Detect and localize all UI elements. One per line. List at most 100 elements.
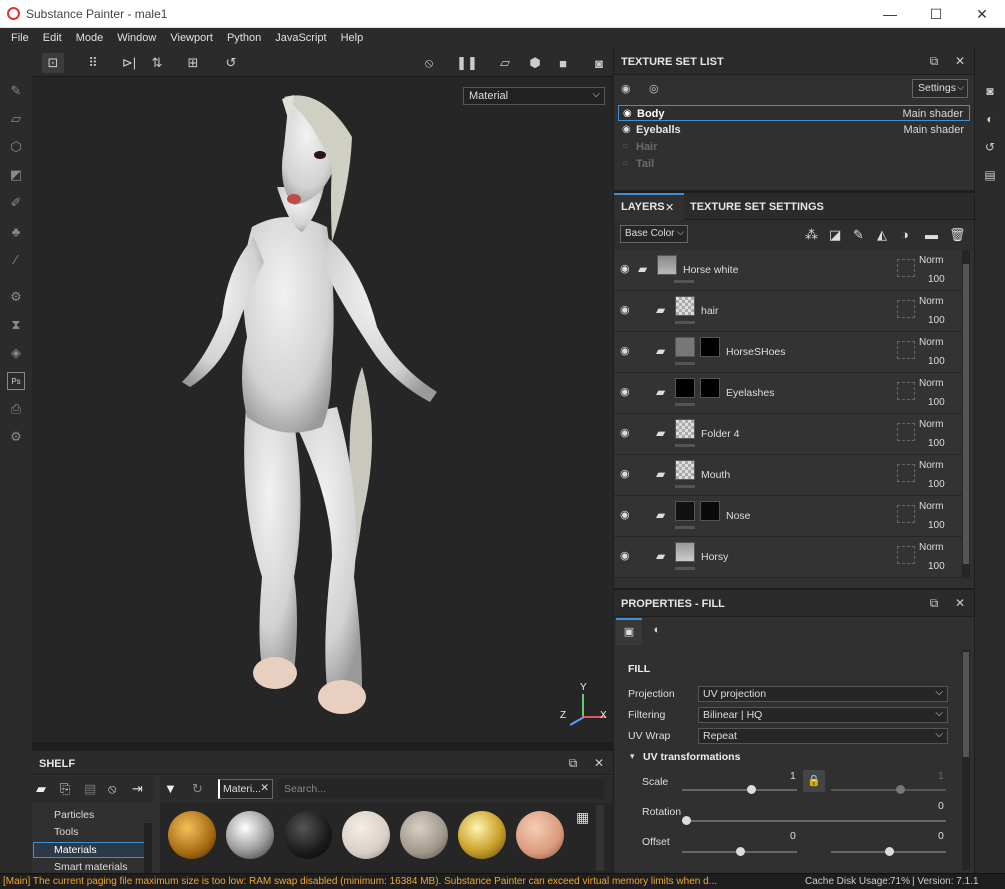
material-tab-icon[interactable]: ◐ xyxy=(644,618,670,645)
layer-opacity[interactable]: 100 xyxy=(928,520,945,531)
eye-icon[interactable]: ◉ xyxy=(620,549,630,562)
smudge-icon[interactable]: ✐ xyxy=(7,194,25,212)
offset-value-v[interactable]: 0 xyxy=(938,830,944,842)
undock-icon[interactable]: ⧉ xyxy=(566,756,580,770)
fill-properties-tab-icon[interactable]: ▣ xyxy=(616,618,642,645)
close-icon[interactable]: ✕ xyxy=(260,782,269,794)
menu-javascript[interactable]: JavaScript xyxy=(268,32,333,44)
add-icon[interactable]: ⊞ xyxy=(182,53,204,73)
close-icon[interactable]: ✕ xyxy=(953,54,967,68)
eraser-icon[interactable]: ▱ xyxy=(7,110,25,128)
view-2d-icon[interactable]: ▱ xyxy=(494,53,516,73)
texture-set-eyeballs[interactable]: ◉ Eyeballs Main shader xyxy=(618,122,970,138)
shelf-category[interactable]: Smart materials xyxy=(54,861,128,873)
layer-row[interactable]: ◉ ▰ Horsy Norm 100 xyxy=(614,537,962,578)
layer-opacity[interactable]: 100 xyxy=(928,356,945,367)
layer-opacity[interactable]: 100 xyxy=(928,397,945,408)
maximize-button[interactable]: ☐ xyxy=(913,0,959,28)
eye-icon[interactable]: ◉ xyxy=(620,262,630,275)
uvwrap-select[interactable]: Repeat ⌵ xyxy=(698,728,948,744)
material-thumbnail[interactable] xyxy=(284,811,332,859)
viewport-3d[interactable]: Material ⌵ Y Z X xyxy=(32,77,613,742)
mirror-y-icon[interactable]: ⇅ xyxy=(146,53,168,73)
properties-scrollbar[interactable] xyxy=(962,650,970,870)
undock-icon[interactable]: ⧉ xyxy=(927,54,941,68)
resource-db-icon[interactable]: ▤ xyxy=(84,781,96,797)
export-icon[interactable]: ⎙ xyxy=(7,400,25,418)
tab-texture-set-settings[interactable]: TEXTURE SET SETTINGS xyxy=(690,201,824,213)
history-icon[interactable]: ↺ xyxy=(982,139,998,155)
channel-select[interactable]: Base Color ⌵ xyxy=(620,225,688,243)
filtering-select[interactable]: Bilinear | HQ ⌵ xyxy=(698,707,948,723)
texture-set-body[interactable]: ◉ Body Main shader xyxy=(618,105,970,121)
chevron-down-icon[interactable]: ▾ xyxy=(630,751,635,762)
grid-view-icon[interactable]: ▦ xyxy=(576,809,589,826)
eye-hidden-icon[interactable]: ○ xyxy=(622,141,628,152)
undock-icon[interactable]: ⧉ xyxy=(927,596,941,610)
eye-icon[interactable]: ◉ xyxy=(620,426,630,439)
smart-material-icon[interactable]: ◑ xyxy=(901,227,909,242)
photoshop-icon[interactable]: Ps xyxy=(7,372,25,390)
bake-icon[interactable]: ⚙ xyxy=(7,288,25,306)
texture-set-hair[interactable]: ○ Hair xyxy=(618,139,970,155)
offset-slider-v[interactable] xyxy=(831,847,946,856)
polygon-fill-icon[interactable]: ◩ xyxy=(7,166,25,184)
shelf-category-scrollbar[interactable] xyxy=(144,823,152,873)
eye-icon[interactable]: ◉ xyxy=(620,344,630,357)
shader-icon[interactable]: ◐ xyxy=(982,111,998,127)
display-settings-icon[interactable]: ◙ xyxy=(982,83,998,99)
layer-opacity[interactable]: 100 xyxy=(928,561,945,572)
hide-icon[interactable]: ⦸ xyxy=(418,53,440,73)
layer-opacity[interactable]: 100 xyxy=(928,479,945,490)
layer-row[interactable]: ◉ ▰ Horse white Norm 100 xyxy=(614,250,962,291)
menu-file[interactable]: File xyxy=(4,32,36,44)
rotation-value[interactable]: 0 xyxy=(938,800,944,812)
blend-mode[interactable]: Norm xyxy=(919,296,943,307)
shelf-scrollbar[interactable] xyxy=(596,805,604,871)
texture-set-tail[interactable]: ○ Tail xyxy=(618,156,970,172)
menu-python[interactable]: Python xyxy=(220,32,268,44)
layer-opacity[interactable]: 100 xyxy=(928,315,945,326)
scale-value[interactable]: 1 xyxy=(790,770,796,782)
rotation-slider[interactable] xyxy=(682,816,946,825)
mask-slot[interactable] xyxy=(897,505,915,523)
settings-dropdown[interactable]: Settings ⌵ xyxy=(912,79,968,98)
selection-mode-icon[interactable]: ⊡ xyxy=(42,53,64,73)
mask-slot[interactable] xyxy=(897,546,915,564)
layer-row[interactable]: ◉ ▰ hair Norm 100 xyxy=(614,291,962,332)
eye-icon[interactable]: ◎ xyxy=(649,82,659,95)
paint-layer-icon[interactable]: ✎ xyxy=(853,227,864,243)
menu-window[interactable]: Window xyxy=(110,32,163,44)
layer-row[interactable]: ◉ ▰ Folder 4 Norm 100 xyxy=(614,414,962,455)
mask-slot[interactable] xyxy=(897,300,915,318)
projection-icon[interactable]: ⬡ xyxy=(7,138,25,156)
eye-icon[interactable]: ◉ xyxy=(620,385,630,398)
layers-scrollbar[interactable] xyxy=(962,250,970,578)
layer-row[interactable]: ◉ ▰ Mouth Norm 100 xyxy=(614,455,962,496)
minimize-button[interactable]: — xyxy=(867,0,913,28)
camera-video-icon[interactable]: ■ xyxy=(552,53,574,73)
close-button[interactable]: ✕ xyxy=(959,0,1005,28)
close-icon[interactable]: ✕ xyxy=(592,756,606,770)
scale-slider-v[interactable] xyxy=(831,785,946,794)
blend-mode[interactable]: Norm xyxy=(919,255,943,266)
shelf-category[interactable]: Particles xyxy=(54,809,94,821)
blend-mode[interactable]: Norm xyxy=(919,419,943,430)
filter-icon[interactable]: ▼ xyxy=(164,781,177,796)
color-picker-icon[interactable]: ⁄ xyxy=(7,250,25,268)
layer-opacity[interactable]: 100 xyxy=(928,438,945,449)
material-thumbnail[interactable] xyxy=(516,811,564,859)
blend-mode[interactable]: Norm xyxy=(919,542,943,553)
mask-slot[interactable] xyxy=(897,423,915,441)
material-thumbnail[interactable] xyxy=(226,811,274,859)
delete-icon[interactable]: 🗑 xyxy=(949,227,966,243)
lock-icon[interactable]: 🔒 xyxy=(803,770,825,792)
close-icon[interactable]: ✕ xyxy=(953,596,967,610)
scale-slider[interactable] xyxy=(682,785,797,794)
menu-help[interactable]: Help xyxy=(334,32,371,44)
mask-slot[interactable] xyxy=(897,341,915,359)
layer-opacity[interactable]: 100 xyxy=(928,274,945,285)
magic-wand-icon[interactable]: ⁂ xyxy=(805,227,818,243)
folder-icon[interactable]: ▰ xyxy=(36,781,46,797)
fill-layer-icon[interactable]: ◭ xyxy=(877,227,887,243)
